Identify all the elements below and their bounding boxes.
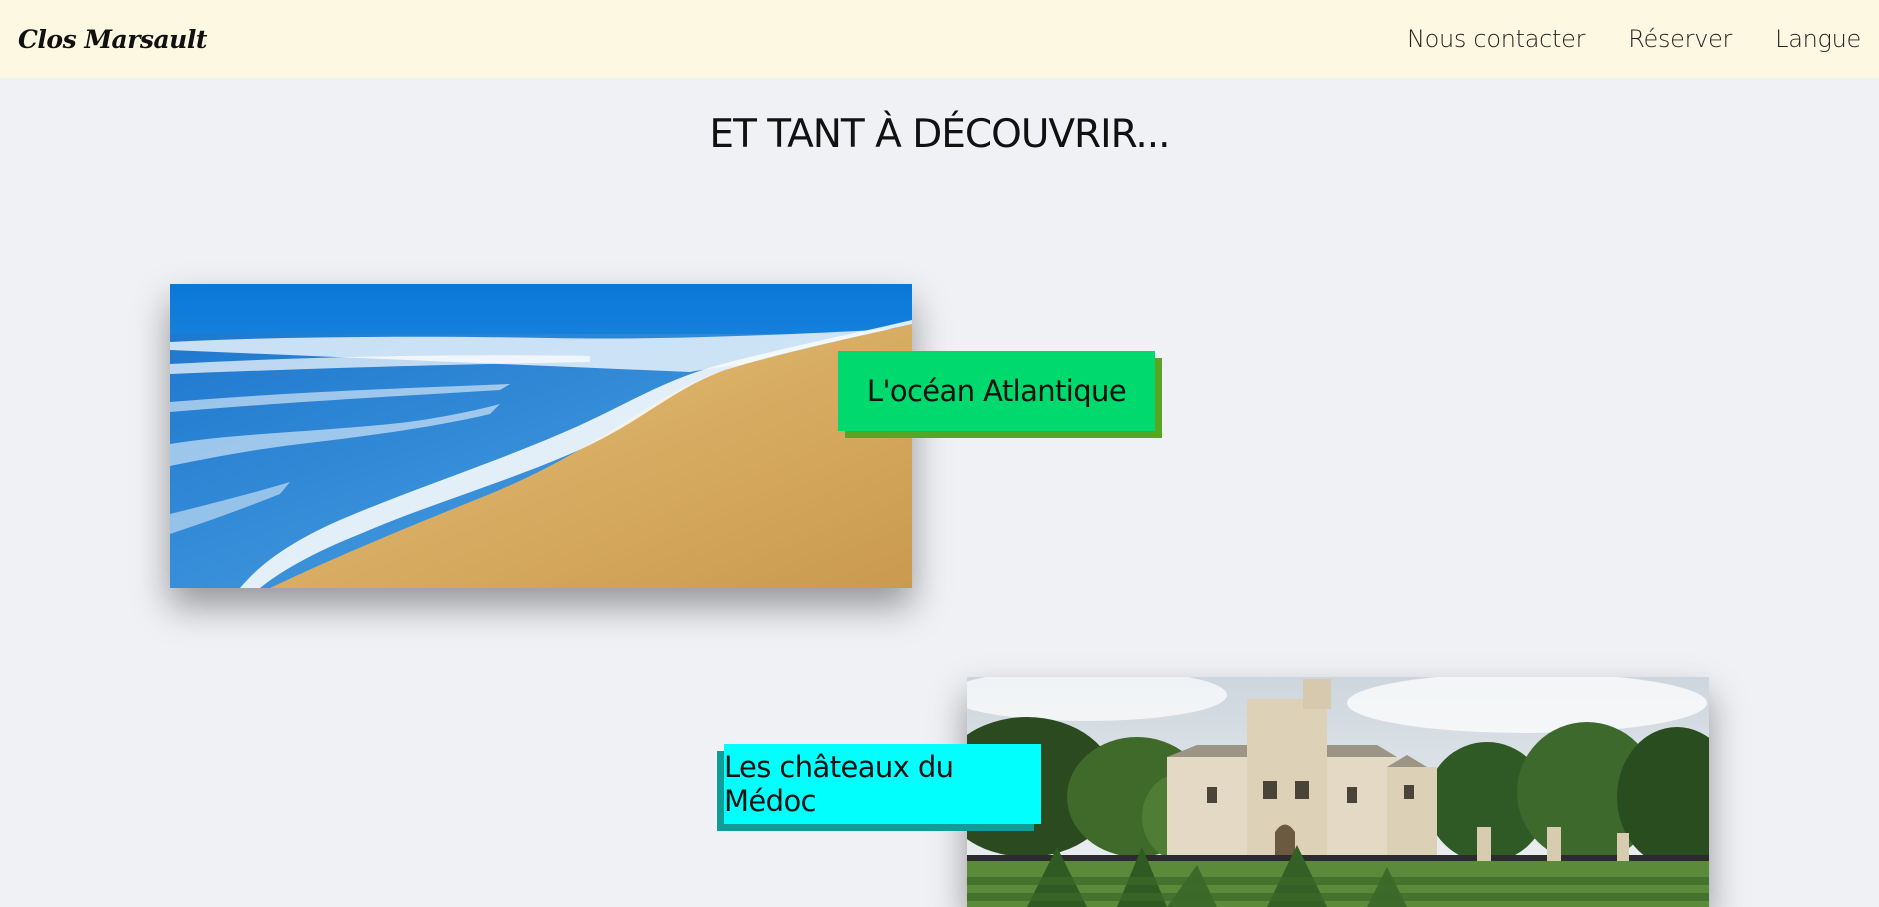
top-navbar: Clos Marsault Nous contacter Réserver La…: [0, 0, 1879, 78]
ocean-card-label[interactable]: L'océan Atlantique: [838, 351, 1155, 431]
beach-photo: [170, 284, 912, 588]
chateau-photo: [967, 677, 1709, 907]
brand-logo[interactable]: Clos Marsault: [18, 25, 207, 54]
medoc-card-label[interactable]: Les châteaux du Médoc: [724, 744, 1041, 824]
section-title: ET TANT À DÉCOUVRIR...: [709, 112, 1170, 157]
main-nav: Nous contacter Réserver Langue: [1364, 25, 1861, 53]
nav-contact-link[interactable]: Nous contacter: [1407, 25, 1586, 53]
nav-reserve-link[interactable]: Réserver: [1628, 25, 1732, 53]
nav-language-link[interactable]: Langue: [1775, 25, 1861, 53]
